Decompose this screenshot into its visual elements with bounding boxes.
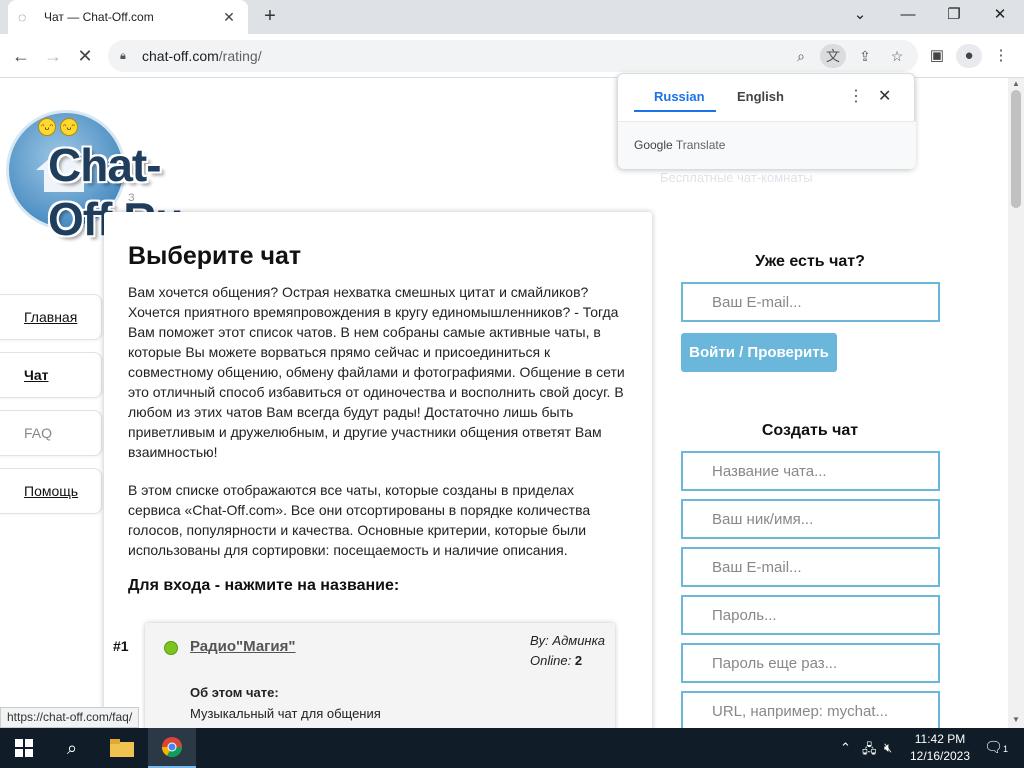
page-scrollbar[interactable]: ▲ ▼	[1008, 78, 1024, 728]
online-label: Online:	[530, 653, 572, 668]
volume-muted-icon[interactable]: 🔇︎	[884, 740, 892, 756]
browser-toolbar: ← → ✕ 🔒︎ chat-off.com/rating/ ⌕ 文 ⇪ ☆ ▣ …	[0, 34, 1024, 78]
profile-icon[interactable]: ●	[956, 44, 982, 68]
search-icon[interactable]: ⌕	[48, 728, 96, 768]
chrome-icon[interactable]	[148, 728, 196, 768]
chat-rank: #1	[113, 638, 129, 654]
nav-item-faq[interactable]: FAQ	[0, 410, 102, 456]
faint-header-text: Бесплатные чат-комнаты	[660, 170, 813, 185]
chat-meta: By: Админка Online: 2	[530, 631, 605, 671]
chat-name-field[interactable]: Название чата...	[681, 451, 940, 491]
password-field[interactable]: Пароль...	[681, 595, 940, 635]
smiley-icon: ᵔᴗᵔ	[60, 118, 78, 136]
restore-button[interactable]: ❐	[934, 4, 974, 26]
login-email-field[interactable]: Ваш E-mail...	[681, 282, 940, 322]
close-window-button[interactable]: ✕	[980, 4, 1020, 26]
google-translate-brand: Google Translate	[634, 138, 725, 152]
main-content-card: Выберите чат Вам хочется общения? Острая…	[104, 212, 652, 728]
clock-date: 12/16/2023	[909, 749, 971, 763]
share-icon[interactable]: ⇪	[852, 44, 878, 68]
login-button[interactable]: Войти / Проверить	[681, 333, 837, 372]
forward-button[interactable]: →	[40, 43, 66, 69]
nav-item-chat[interactable]: Чат	[0, 352, 102, 398]
tab-search-icon[interactable]: ⌄	[840, 4, 880, 26]
file-explorer-icon[interactable]	[98, 728, 146, 768]
loading-icon: ◌	[18, 9, 27, 25]
side-panel-icon[interactable]: ▣	[924, 44, 950, 68]
password-repeat-field[interactable]: Пароль еще раз...	[681, 643, 940, 683]
online-count: 2	[574, 653, 583, 668]
page-title: Выберите чат	[128, 242, 302, 270]
clock-time: 11:42 PM	[914, 732, 966, 746]
translate-popup-header: Russian English ⋮ ✕	[618, 74, 916, 122]
chevron-up-icon[interactable]: ⌃	[840, 740, 851, 756]
lang-tab-english[interactable]: English	[737, 89, 784, 104]
google-wordmark: Google	[634, 138, 673, 152]
bookmark-star-icon[interactable]: ☆	[884, 44, 910, 68]
address-bar[interactable]: 🔒︎ chat-off.com/rating/ ⌕ 文 ⇪ ☆	[108, 40, 918, 72]
chat-url-field[interactable]: URL, например: mychat...	[681, 691, 940, 728]
online-status-icon	[164, 641, 178, 655]
scroll-down-icon[interactable]: ▼	[1008, 714, 1024, 726]
by-value: Админка	[552, 633, 605, 648]
translate-icon[interactable]: 文	[820, 44, 846, 68]
url-host: chat-off.com	[142, 48, 219, 64]
windows-taskbar: ⌕ ⌃ 🖧︎ 🔇︎ 11:42 PM 12/16/2023 🗨︎1	[0, 728, 1024, 768]
url-text[interactable]: chat-off.com/rating/	[142, 48, 262, 64]
create-chat-heading: Создать чат	[761, 422, 859, 439]
description-paragraph: В этом списке отображаются все чаты, кот…	[128, 482, 591, 558]
about-text: Музыкальный чат для общения	[190, 706, 381, 721]
nickname-field[interactable]: Ваш ник/имя...	[681, 499, 940, 539]
smiley-icon: ᵔᴗᵔ	[38, 118, 56, 136]
enter-hint-heading: Для входа - нажмите на название:	[128, 577, 400, 594]
stop-loading-button[interactable]: ✕	[72, 43, 98, 69]
lock-icon[interactable]: 🔒︎	[120, 50, 134, 63]
lang-tab-russian[interactable]: Russian	[654, 89, 705, 104]
translate-popup-footer: Google Translate	[618, 122, 916, 169]
close-popup-icon[interactable]: ✕	[878, 86, 891, 106]
url-path: /rating/	[218, 48, 262, 64]
back-button[interactable]: ←	[8, 43, 34, 69]
close-tab-icon[interactable]: ✕	[220, 9, 238, 26]
search-icon[interactable]: ⌕	[788, 44, 814, 68]
windows-start-icon[interactable]	[0, 728, 48, 768]
notification-count: 1	[1003, 744, 1009, 754]
link-status-bar: https://chat-off.com/faq/	[0, 707, 140, 728]
about-label: Об этом чате:	[190, 685, 279, 700]
scroll-up-icon[interactable]: ▲	[1008, 78, 1024, 90]
by-label: By:	[530, 633, 549, 648]
minimize-button[interactable]: —	[888, 4, 928, 26]
chat-list-item: Радио"Магия" By: Админка Online: 2 Об эт…	[145, 623, 615, 728]
translate-word: Translate	[675, 138, 726, 152]
selected-tab-underline	[634, 110, 716, 112]
scroll-thumb[interactable]	[1011, 90, 1021, 208]
new-tab-button[interactable]: +	[258, 4, 282, 28]
intro-paragraph: Вам хочется общения? Острая нехватка сме…	[128, 284, 625, 460]
tab-title: Чат — Chat-Off.com	[44, 10, 154, 24]
login-heading: Уже есть чат?	[755, 253, 865, 270]
logo-subtext: З	[128, 192, 135, 204]
menu-dots-icon[interactable]: ⋮	[988, 44, 1014, 68]
browser-tab[interactable]: ◌ Чат — Chat-Off.com ✕	[8, 0, 248, 34]
chat-name-link[interactable]: Радио"Магия"	[190, 638, 296, 655]
more-options-icon[interactable]: ⋮	[848, 86, 864, 106]
translate-popup: Russian English ⋮ ✕ Google Translate	[617, 73, 916, 169]
notifications-icon[interactable]: 🗨︎1	[984, 738, 1008, 756]
nav-item-home[interactable]: Главная	[0, 294, 102, 340]
web-page: ᵔᴗᵔ ᵔᴗᵔ Chat-Off.Ru З Бесплатные чат-ком…	[0, 78, 1008, 728]
nav-item-help[interactable]: Помощь	[0, 468, 102, 514]
network-icon[interactable]: 🖧︎	[862, 740, 877, 762]
create-email-field[interactable]: Ваш E-mail...	[681, 547, 940, 587]
tab-strip: ◌ Чат — Chat-Off.com ✕ + ⌄ — ❐ ✕	[0, 0, 1024, 34]
system-clock[interactable]: 11:42 PM 12/16/2023	[904, 731, 976, 765]
